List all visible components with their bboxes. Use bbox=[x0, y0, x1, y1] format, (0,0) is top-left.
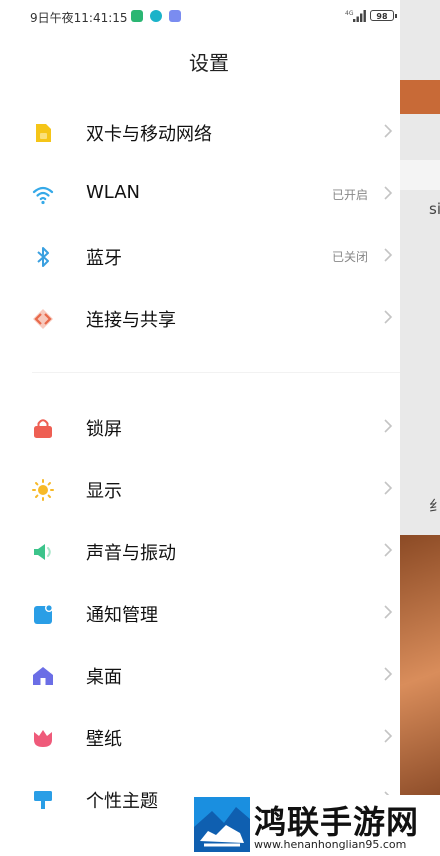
settings-item-sim[interactable]: 双卡与移动网络 bbox=[0, 104, 400, 160]
settings-item-label: 壁纸 bbox=[86, 729, 122, 750]
share-icon bbox=[33, 309, 53, 329]
settings-item-label: 显示 bbox=[86, 481, 122, 502]
background-app-strip: si 纟 bbox=[400, 0, 440, 856]
settings-item-label: 声音与振动 bbox=[86, 543, 176, 564]
settings-item-label: 个性主题 bbox=[86, 791, 158, 812]
watermark-logo bbox=[194, 797, 250, 852]
settings-item-notifications[interactable]: 通知管理 bbox=[0, 585, 400, 641]
wifi-icon bbox=[32, 186, 54, 205]
brush-icon bbox=[34, 791, 52, 809]
background-text: si bbox=[429, 200, 440, 218]
watermark-url: www.henanhonglian95.com bbox=[254, 838, 407, 851]
app-notification-icon bbox=[169, 10, 181, 22]
settings-item-value: 已开启 bbox=[331, 188, 368, 202]
chevron-right-icon bbox=[384, 605, 393, 619]
settings-item-label: 锁屏 bbox=[86, 419, 122, 440]
page-title: 设置 bbox=[189, 51, 229, 75]
chevron-right-icon bbox=[384, 729, 393, 743]
settings-item-display[interactable]: 显示 bbox=[0, 461, 400, 517]
sun-icon bbox=[32, 479, 54, 501]
sim-card-icon bbox=[36, 124, 51, 142]
settings-item-label: 连接与共享 bbox=[86, 310, 176, 331]
background-card bbox=[400, 160, 440, 190]
settings-item-label: 双卡与移动网络 bbox=[86, 124, 212, 145]
app-notification-icon bbox=[131, 10, 143, 22]
chevron-right-icon bbox=[384, 310, 393, 324]
settings-item-wallpaper[interactable]: 壁纸 bbox=[0, 709, 400, 765]
settings-item-sound[interactable]: 声音与振动 bbox=[0, 523, 400, 579]
settings-screen: 9日午夜11:41:15 4G 98 设置 双卡与移动网络 WLAN 已开启 蓝… bbox=[0, 0, 400, 856]
speaker-icon bbox=[34, 544, 51, 560]
section-divider bbox=[32, 372, 400, 373]
notification-icon bbox=[34, 604, 53, 624]
settings-item-label: 桌面 bbox=[86, 667, 122, 688]
background-banner bbox=[400, 80, 440, 114]
chevron-right-icon bbox=[384, 481, 393, 495]
chevron-right-icon bbox=[384, 248, 393, 262]
settings-item-label: 通知管理 bbox=[86, 605, 158, 626]
chevron-right-icon bbox=[384, 543, 393, 557]
settings-item-label: 蓝牙 bbox=[86, 248, 122, 269]
settings-item-value: 已关闭 bbox=[331, 250, 368, 264]
background-text: 纟 bbox=[429, 497, 440, 515]
settings-item-connection-sharing[interactable]: 连接与共享 bbox=[0, 290, 400, 346]
home-icon bbox=[33, 667, 53, 685]
watermark: 鸿联手游网 www.henanhonglian95.com bbox=[192, 795, 440, 856]
status-time: 9日午夜11:41:15 bbox=[30, 11, 128, 25]
chevron-right-icon bbox=[384, 124, 393, 138]
battery-icon: 98 bbox=[370, 10, 397, 21]
settings-item-lock-screen[interactable]: 锁屏 bbox=[0, 399, 400, 455]
chevron-right-icon bbox=[384, 186, 393, 200]
chevron-right-icon bbox=[384, 667, 393, 681]
chevron-right-icon bbox=[384, 419, 393, 433]
tulip-icon bbox=[34, 730, 52, 747]
settings-item-bluetooth[interactable]: 蓝牙 已关闭 bbox=[0, 228, 400, 284]
app-notification-icon bbox=[150, 10, 162, 22]
settings-item-wlan[interactable]: WLAN 已开启 bbox=[0, 166, 400, 222]
svg-text:4G: 4G bbox=[345, 10, 354, 17]
signal-icon: 4G bbox=[345, 10, 366, 22]
watermark-brand: 鸿联手游网 bbox=[254, 803, 420, 841]
settings-item-label: WLAN bbox=[86, 182, 141, 203]
settings-item-home-screen[interactable]: 桌面 bbox=[0, 647, 400, 703]
lock-icon bbox=[34, 419, 52, 438]
status-bar: 9日午夜11:41:15 4G 98 bbox=[0, 0, 400, 34]
bluetooth-icon bbox=[37, 247, 49, 267]
